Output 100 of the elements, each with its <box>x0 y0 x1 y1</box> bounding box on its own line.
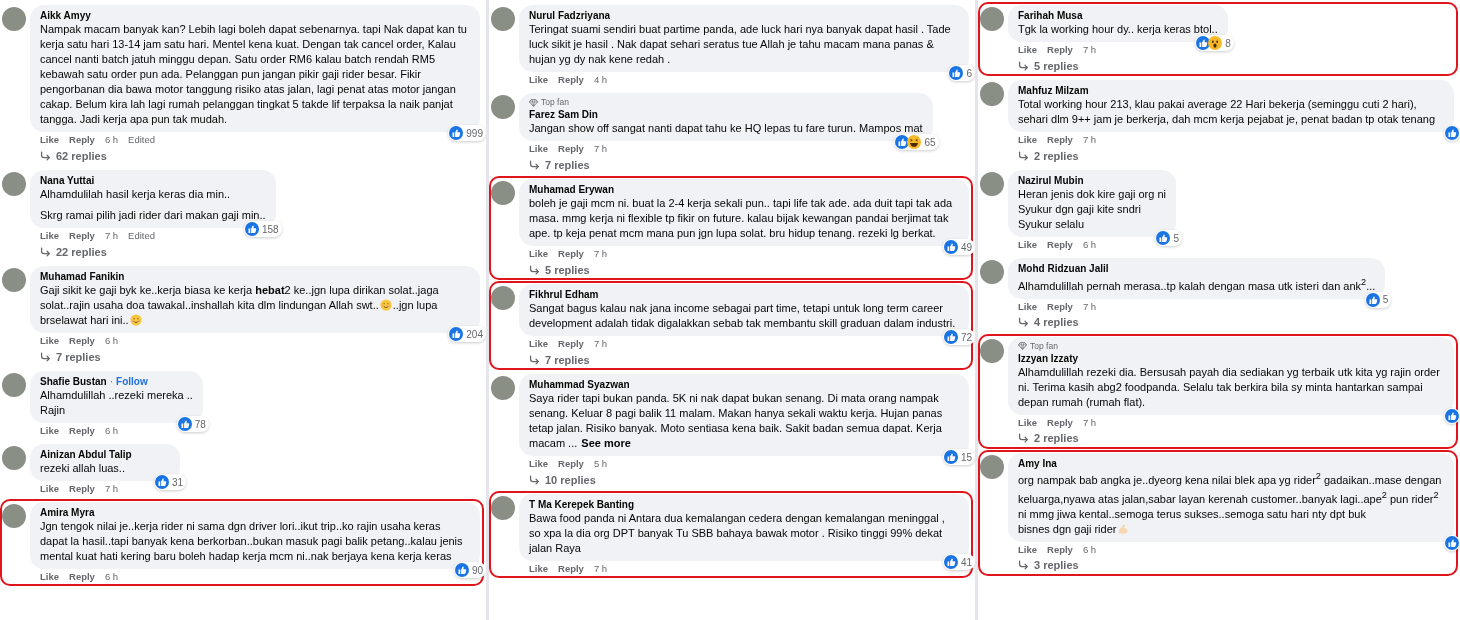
reply-link[interactable]: Reply <box>1047 134 1073 145</box>
author-name[interactable]: Fikhrul Edham <box>529 288 599 301</box>
reaction-pill[interactable]: 49 <box>942 239 975 255</box>
comment-time[interactable]: 7 h <box>1082 134 1097 145</box>
author-name[interactable]: Muhamad Fanikin <box>40 270 125 283</box>
author-name[interactable]: Amy Ina <box>1018 456 1057 470</box>
comment-time[interactable]: 6 h <box>104 335 119 346</box>
comment-time[interactable]: 6 h <box>104 425 119 436</box>
reaction-pill[interactable]: 90 <box>453 562 486 578</box>
view-replies-link[interactable]: 7 replies <box>519 156 590 173</box>
author-name[interactable]: Mahfuz Milzam <box>1018 84 1089 97</box>
view-replies-link[interactable]: 5 replies <box>1008 57 1079 74</box>
like-link[interactable]: Like <box>1018 300 1037 312</box>
reaction-pill[interactable]: 72 <box>942 329 975 345</box>
author-name[interactable]: Mohd Ridzuan Jalil <box>1018 262 1109 275</box>
reply-link[interactable]: Reply <box>69 425 95 436</box>
comment-time[interactable]: 7 h <box>104 230 119 241</box>
like-link[interactable]: Like <box>40 483 59 494</box>
like-link[interactable]: Like <box>1018 239 1037 250</box>
author-name[interactable]: Ainizan Abdul Talip <box>40 448 132 461</box>
like-link[interactable]: Like <box>40 335 59 346</box>
reaction-pill[interactable]: 8 <box>1195 35 1234 51</box>
author-name[interactable]: Nazirul Mubin <box>1018 174 1084 187</box>
reaction-pill[interactable]: 41 <box>942 554 975 570</box>
reaction-pill[interactable]: 65 <box>894 134 939 150</box>
reply-link[interactable]: Reply <box>69 571 95 582</box>
author-name[interactable]: Izzyan Izzaty <box>1018 351 1079 365</box>
view-replies-link[interactable]: 2 replies <box>1008 429 1079 447</box>
see-more-link[interactable]: See more <box>577 436 631 451</box>
reply-link[interactable]: Reply <box>1047 300 1073 312</box>
like-link[interactable]: Like <box>529 143 548 154</box>
like-link[interactable]: Like <box>529 74 548 85</box>
like-link[interactable]: Like <box>1018 416 1037 428</box>
reply-link[interactable]: Reply <box>69 230 95 241</box>
comment-time[interactable]: 6 h <box>104 134 119 145</box>
view-replies-link[interactable]: 22 replies <box>30 243 107 260</box>
reply-link[interactable]: Reply <box>1047 44 1073 55</box>
follow-link[interactable]: Follow <box>116 375 148 388</box>
view-replies-link[interactable]: 5 replies <box>519 261 590 278</box>
comment-time[interactable]: 5 h <box>593 458 608 469</box>
author-name[interactable]: Aikk Amyy <box>40 9 91 22</box>
reaction-pill[interactable]: 5 <box>1364 291 1392 308</box>
view-replies-link[interactable]: 2 replies <box>1008 147 1079 164</box>
comment-time[interactable]: 7 h <box>593 248 608 259</box>
comment-time[interactable]: 7 h <box>104 483 119 494</box>
like-link[interactable]: Like <box>529 338 548 349</box>
reaction-pill[interactable]: 31 <box>153 474 186 490</box>
comment-time[interactable]: 4 h <box>593 74 608 85</box>
author-name[interactable]: T Ma Kerepek Banting <box>529 498 635 511</box>
author-name[interactable]: Farihah Musa <box>1018 9 1083 22</box>
author-name[interactable]: Muhamad Erywan <box>529 183 615 196</box>
like-link[interactable]: Like <box>40 425 59 436</box>
like-link[interactable]: Like <box>529 458 548 469</box>
comment-time[interactable]: 7 h <box>593 338 608 349</box>
comment-time[interactable]: 6 h <box>1082 543 1097 555</box>
reaction-pill[interactable]: 999 <box>448 125 486 141</box>
like-link[interactable]: Like <box>529 248 548 259</box>
comment-time[interactable]: 7 h <box>593 143 608 154</box>
reply-link[interactable]: Reply <box>558 338 584 349</box>
view-replies-link[interactable]: 7 replies <box>30 348 101 365</box>
reaction-pill[interactable] <box>1444 407 1460 424</box>
like-link[interactable]: Like <box>40 571 59 582</box>
view-replies-link[interactable]: 4 replies <box>1008 313 1079 331</box>
reply-link[interactable]: Reply <box>69 335 95 346</box>
like-link[interactable]: Like <box>1018 134 1037 145</box>
reply-link[interactable]: Reply <box>558 143 584 154</box>
comment-time[interactable]: 7 h <box>1082 44 1097 55</box>
comment-time[interactable]: 6 h <box>1082 239 1097 250</box>
like-link[interactable]: Like <box>1018 44 1037 55</box>
reaction-pill[interactable] <box>1444 534 1460 551</box>
view-replies-link[interactable]: 62 replies <box>30 147 107 164</box>
reaction-pill[interactable]: 5 <box>1155 230 1182 246</box>
comment-time[interactable]: 7 h <box>593 563 608 574</box>
comment-time[interactable]: 7 h <box>1082 416 1097 428</box>
like-link[interactable]: Like <box>1018 543 1037 555</box>
author-name[interactable]: Nurul Fadzriyana <box>529 9 611 22</box>
view-replies-link[interactable]: 3 replies <box>1008 556 1079 574</box>
comment-time[interactable]: 7 h <box>1082 300 1097 312</box>
comment-time[interactable]: 6 h <box>104 571 119 582</box>
reply-link[interactable]: Reply <box>558 248 584 259</box>
reaction-pill[interactable]: 6 <box>948 65 975 81</box>
reaction-pill[interactable]: 15 <box>942 449 975 465</box>
reply-link[interactable]: Reply <box>69 134 95 145</box>
reply-link[interactable]: Reply <box>558 74 584 85</box>
reaction-pill[interactable]: 78 <box>176 416 209 432</box>
reaction-pill[interactable]: 204 <box>448 326 486 342</box>
reply-link[interactable]: Reply <box>1047 416 1073 428</box>
reply-link[interactable]: Reply <box>558 563 584 574</box>
reply-link[interactable]: Reply <box>1047 239 1073 250</box>
view-replies-link[interactable]: 7 replies <box>519 351 590 368</box>
reaction-pill[interactable]: 158 <box>243 221 282 237</box>
view-replies-link[interactable]: 10 replies <box>519 471 596 488</box>
author-name[interactable]: Nana Yuttai <box>40 174 95 187</box>
reply-link[interactable]: Reply <box>69 483 95 494</box>
reaction-pill[interactable] <box>1444 125 1460 141</box>
author-name[interactable]: Amira Myra <box>40 506 95 519</box>
like-link[interactable]: Like <box>529 563 548 574</box>
like-link[interactable]: Like <box>40 230 59 241</box>
author-name[interactable]: Shafie Bustan <box>40 375 107 388</box>
reply-link[interactable]: Reply <box>558 458 584 469</box>
